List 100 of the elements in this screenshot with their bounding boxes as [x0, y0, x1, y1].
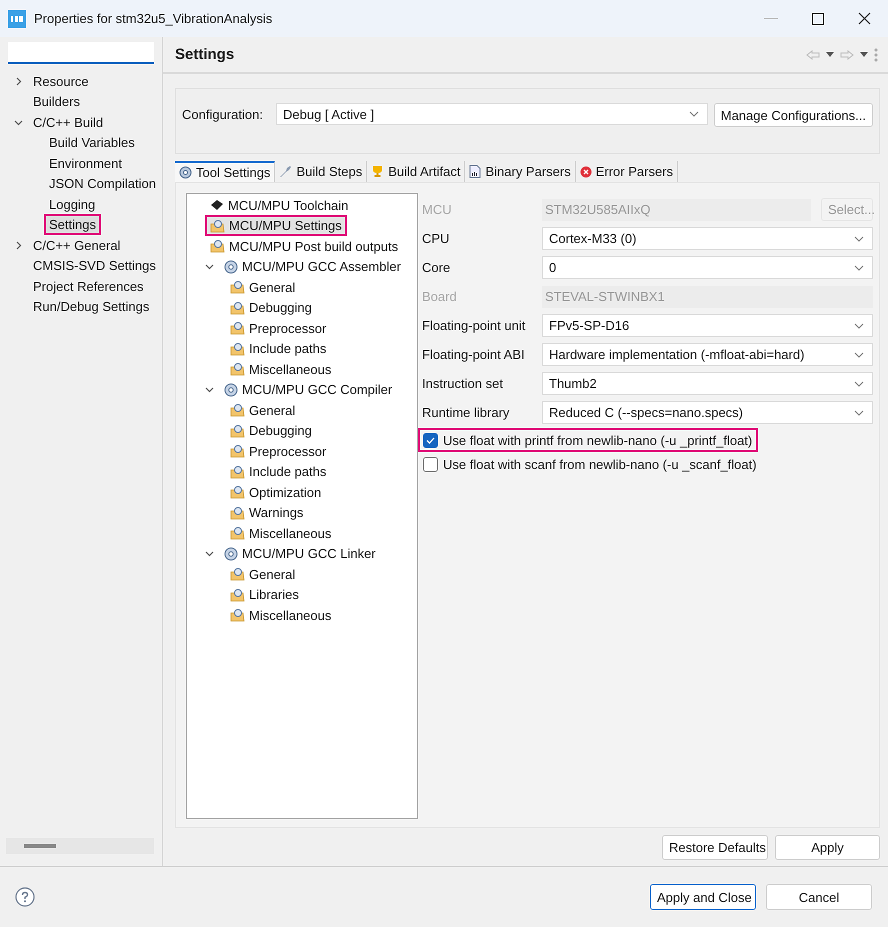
folder-gear-icon	[230, 321, 245, 336]
tree-item[interactable]: Libraries	[225, 584, 304, 606]
dropdown[interactable]: Cortex-M33 (0)	[542, 227, 873, 250]
manage-configurations-button[interactable]: Manage Configurations...	[714, 103, 873, 127]
nav-item[interactable]: Build Variables	[44, 132, 140, 154]
scrollbar-thumb[interactable]	[24, 844, 56, 848]
checkbox[interactable]	[423, 432, 438, 448]
tree-item[interactable]: Debugging	[225, 297, 317, 318]
tree-item[interactable]: Preprocessor	[225, 440, 332, 462]
maximize-icon[interactable]	[812, 12, 824, 24]
tree-item[interactable]: MCU/MPU GCC Assembler	[219, 256, 406, 278]
chevron-down-icon[interactable]	[854, 236, 864, 242]
folder-gear-icon	[230, 300, 245, 315]
apply-button[interactable]: Apply	[775, 835, 880, 860]
trophy-icon	[371, 165, 384, 178]
tree-item[interactable]: MCU/MPU GCC Compiler	[219, 379, 398, 400]
nav-item[interactable]: Logging	[44, 194, 100, 215]
tree-item[interactable]: Miscellaneous	[225, 522, 336, 544]
tab[interactable]: Tool Settings	[175, 161, 276, 182]
checkmark-icon	[426, 436, 435, 444]
dropdown[interactable]: Thumb2	[542, 372, 873, 395]
chevron-down-icon[interactable]	[854, 264, 864, 270]
tree-item[interactable]: General	[225, 564, 300, 585]
chevron-icon[interactable]	[14, 118, 23, 127]
chevron-down-icon[interactable]	[854, 410, 864, 416]
chevron-icon[interactable]	[205, 262, 214, 272]
checkbox[interactable]	[423, 456, 438, 472]
tree-item[interactable]: Include paths	[225, 461, 332, 482]
dialog-button[interactable]: Cancel	[766, 884, 872, 910]
tree-item[interactable]: General	[225, 400, 300, 421]
chevron-down-icon[interactable]	[854, 322, 864, 328]
dropdown[interactable]: Hardware implementation (-mfloat-abi=hard)	[542, 343, 873, 366]
document-icon	[469, 165, 482, 178]
page-title: Settings	[175, 46, 234, 63]
folder-gear-icon	[230, 444, 245, 458]
tree-item[interactable]: Miscellaneous	[225, 358, 336, 380]
folder-gear-icon	[230, 526, 245, 540]
tree-item[interactable]: Warnings	[225, 502, 308, 524]
nav-item[interactable]: C/C++ Build	[28, 112, 108, 133]
nav-item[interactable]: Project References	[28, 276, 149, 297]
chevron-icon[interactable]	[205, 385, 214, 394]
chevron-down-icon[interactable]	[688, 111, 699, 117]
tree-item[interactable]: Miscellaneous	[225, 604, 336, 626]
configuration-dropdown[interactable]: Debug [ Active ]	[276, 103, 708, 125]
tree-item[interactable]: MCU/MPU Toolchain	[205, 194, 354, 216]
gear-icon	[224, 260, 238, 274]
nav-item[interactable]: C/C++ General	[28, 234, 126, 256]
app-logo-icon	[8, 10, 26, 28]
folder-gear-icon	[210, 218, 225, 233]
tree-item[interactable]: Include paths	[225, 338, 332, 360]
nav-item[interactable]: Builders	[28, 91, 85, 112]
tree-item[interactable]: MCU/MPU Post build outputs	[205, 236, 404, 257]
chip-icon	[210, 199, 224, 212]
folder-gear-icon	[230, 342, 245, 356]
gear-icon	[224, 382, 238, 397]
wrench-icon	[279, 165, 292, 178]
field-label: Floating-point unit	[422, 318, 526, 333]
folder-gear-icon	[230, 464, 245, 479]
dialog-button[interactable]: Apply and Close	[650, 884, 756, 910]
help-icon[interactable]	[15, 887, 35, 907]
filter-field[interactable]	[8, 42, 154, 64]
chevron-icon[interactable]	[14, 240, 23, 250]
dropdown[interactable]: FPv5-SP-D16	[542, 314, 873, 337]
error-icon	[580, 166, 592, 178]
chevron-icon[interactable]	[14, 76, 23, 86]
nav-item[interactable]: Environment	[44, 152, 127, 174]
tree-item[interactable]: Debugging	[225, 420, 317, 442]
folder-gear-icon	[230, 280, 245, 294]
restore-defaults-button[interactable]: Restore Defaults	[662, 835, 768, 860]
nav-item[interactable]: CMSIS-SVD Settings	[28, 255, 161, 276]
tree-item[interactable]: Preprocessor	[225, 318, 332, 339]
dropdown-caret-icon[interactable]	[826, 52, 834, 57]
close-icon[interactable]	[858, 12, 871, 25]
tree-item[interactable]: MCU/MPU GCC Linker	[219, 543, 381, 564]
nav-item[interactable]: JSON Compilation	[44, 173, 161, 194]
dropdown-caret-icon[interactable]	[860, 52, 868, 57]
tree-item[interactable]: Optimization	[225, 482, 326, 503]
field-label: MCU	[422, 202, 453, 217]
gear-icon	[179, 166, 192, 179]
nav-item[interactable]: Resource	[28, 70, 94, 92]
tree-item[interactable]: MCU/MPU Settings	[205, 215, 347, 236]
dropdown[interactable]: Reduced C (--specs=nano.specs)	[542, 401, 873, 424]
chevron-down-icon[interactable]	[854, 380, 864, 386]
nav-item[interactable]: Settings	[44, 214, 101, 236]
dropdown[interactable]: 0	[542, 256, 873, 279]
field-label: CPU	[422, 231, 450, 246]
folder-gear-icon	[230, 403, 245, 418]
field-label: Floating-point ABI	[422, 347, 526, 362]
field-label: Runtime library	[422, 405, 510, 420]
nav-item[interactable]: Run/Debug Settings	[28, 296, 154, 318]
folder-gear-icon	[230, 424, 245, 438]
checkbox-option[interactable]: Use float with printf from newlib-nano (-u _printf_float)	[418, 428, 758, 452]
gear-icon	[224, 546, 238, 561]
checkbox-option[interactable]: Use float with scanf from newlib-nano (-u _scanf_float)	[418, 452, 763, 476]
chevron-down-icon[interactable]	[854, 352, 864, 358]
tree-item[interactable]: General	[225, 276, 300, 298]
field-label: Board	[422, 289, 458, 304]
chevron-icon[interactable]	[205, 549, 214, 558]
readonly-field: STEVAL-STWINBX1	[542, 286, 873, 308]
field-label: Instruction set	[422, 376, 504, 391]
